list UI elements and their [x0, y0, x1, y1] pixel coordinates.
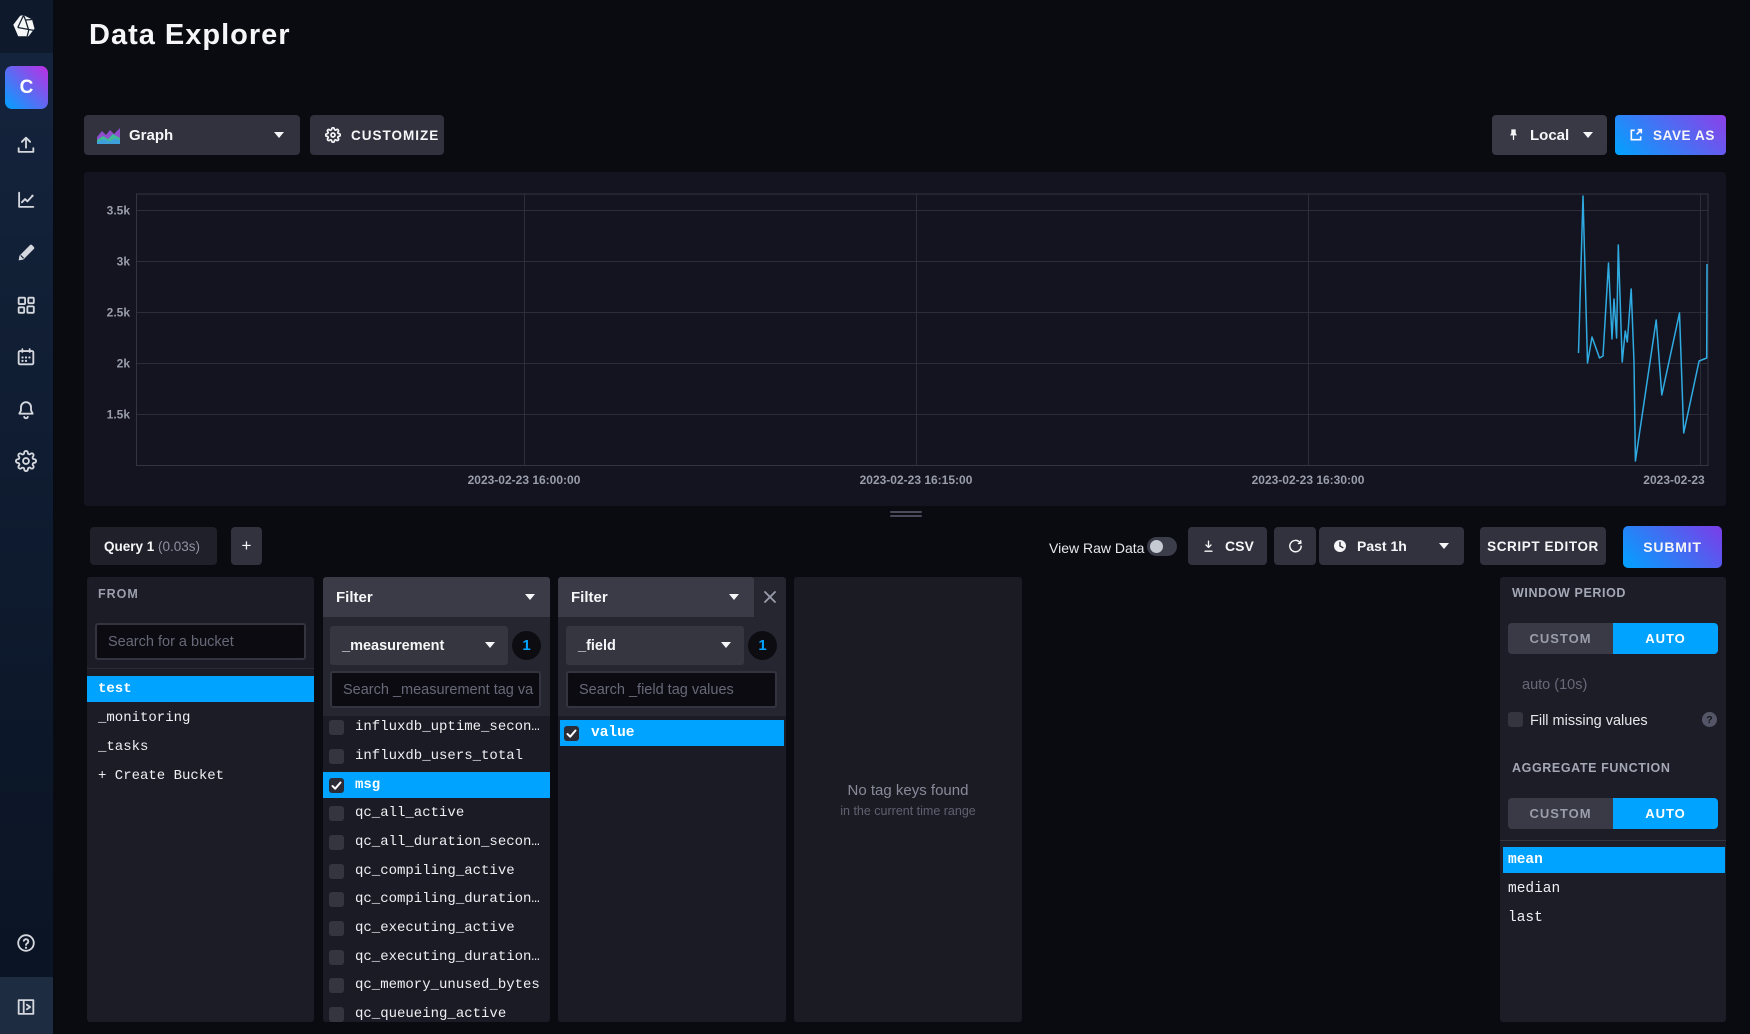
svg-text:2k: 2k [117, 357, 131, 371]
svg-text:2023-02-23: 2023-02-23 [1643, 473, 1705, 487]
svg-text:2023-02-23 16:30:00: 2023-02-23 16:30:00 [1252, 473, 1365, 487]
svg-text:3k: 3k [117, 255, 131, 269]
svg-text:2023-02-23 16:00:00: 2023-02-23 16:00:00 [468, 473, 581, 487]
svg-text:2023-02-23 16:15:00: 2023-02-23 16:15:00 [860, 473, 973, 487]
svg-text:2.5k: 2.5k [107, 306, 131, 320]
svg-text:1.5k: 1.5k [107, 408, 131, 422]
svg-text:3.5k: 3.5k [107, 204, 131, 218]
